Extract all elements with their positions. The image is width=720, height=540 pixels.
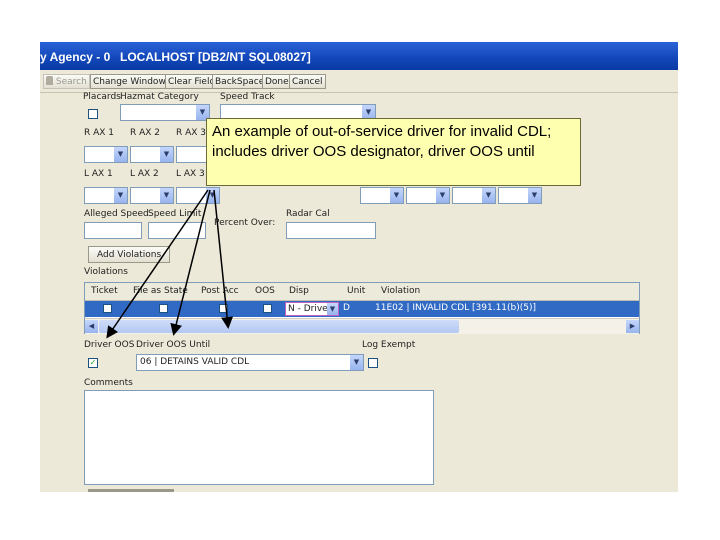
speed-limit-label: Speed Limit: [148, 209, 202, 219]
l-ax7-dropdown[interactable]: ▼: [498, 187, 542, 204]
violation-cell: 11E02 | INVALID CDL [391.11(b)(5)]: [375, 303, 537, 313]
r-ax2-dropdown[interactable]: ▼: [130, 146, 174, 163]
r-ax1-dropdown[interactable]: ▼: [84, 146, 128, 163]
r-ax1-label: R AX 1: [84, 128, 115, 138]
chevron-down-icon: ▼: [160, 147, 173, 162]
chevron-down-icon: ▼: [206, 188, 219, 203]
backspace-button[interactable]: BackSpace: [212, 74, 268, 89]
post-acc-checkbox[interactable]: [219, 304, 228, 313]
app-window: y Agency - 0 LOCALHOST [DB2/NT SQL08027]…: [40, 42, 678, 492]
ticket-checkbox[interactable]: [103, 304, 112, 313]
file-as-state-checkbox[interactable]: [159, 304, 168, 313]
chevron-down-icon: ▼: [350, 355, 363, 370]
hazmat-category-dropdown[interactable]: ▼: [120, 104, 210, 121]
l-ax1-label: L AX 1: [84, 169, 113, 179]
chevron-down-icon: ▼: [327, 303, 338, 315]
l-ax4-dropdown[interactable]: ▼: [360, 187, 404, 204]
l-ax2-dropdown[interactable]: ▼: [130, 187, 174, 204]
driver-oos-until-label: Driver OOS Until: [136, 340, 211, 350]
comments-textarea[interactable]: [84, 390, 434, 485]
done-button[interactable]: Done: [262, 74, 292, 89]
clear-field-button[interactable]: Clear Field: [165, 74, 219, 89]
alleged-speed-label: Alleged Speed: [84, 209, 149, 219]
violations-grid: Ticket File as State Post Acc OOS Disp U…: [84, 282, 640, 334]
chevron-right-icon[interactable]: ▶: [626, 320, 639, 333]
cancel-button[interactable]: Cancel: [289, 74, 326, 89]
chevron-left-icon[interactable]: ◀: [85, 320, 98, 333]
percent-over-label: Percent Over:: [214, 218, 276, 228]
partial-button: [88, 489, 174, 492]
title-agency: y Agency - 0: [40, 50, 111, 64]
toolbar: Search Change Window Clear Field BackSpa…: [40, 70, 678, 93]
log-exempt-checkbox[interactable]: [368, 358, 378, 368]
disp-value: N - Driver: [288, 304, 332, 314]
placards-checkbox[interactable]: [88, 109, 98, 119]
speed-track-label: Speed Track: [220, 92, 275, 102]
chevron-down-icon: ▼: [114, 147, 127, 162]
col-post-acc[interactable]: Post Acc: [201, 286, 239, 296]
search-icon: [46, 76, 53, 85]
log-exempt-label: Log Exempt: [362, 340, 416, 350]
search-label: Search: [55, 77, 87, 87]
chevron-down-icon: ▼: [160, 188, 173, 203]
placards-label: Placards: [83, 92, 121, 102]
add-violations-button[interactable]: Add Violations: [88, 246, 171, 263]
chevron-down-icon: ▼: [436, 188, 449, 203]
col-oos[interactable]: OOS: [255, 286, 275, 296]
radar-cal-input[interactable]: [286, 222, 376, 239]
col-ticket[interactable]: Ticket: [91, 286, 118, 296]
unit-cell: D: [343, 303, 350, 313]
driver-oos-until-value: 06 | DETAINS VALID CDL: [140, 357, 250, 367]
title-bar: y Agency - 0 LOCALHOST [DB2/NT SQL08027]: [40, 42, 678, 70]
r-ax3-label: R AX 3: [176, 128, 207, 138]
title-host: LOCALHOST [DB2/NT SQL08027]: [120, 50, 311, 64]
l-ax1-dropdown[interactable]: ▼: [84, 187, 128, 204]
violations-label: Violations: [84, 267, 128, 277]
chevron-down-icon: ▼: [482, 188, 495, 203]
annotation-callout: An example of out-of-service driver for …: [206, 118, 581, 186]
chevron-down-icon: ▼: [528, 188, 541, 203]
violations-grid-header: Ticket File as State Post Acc OOS Disp U…: [85, 283, 639, 301]
change-window-button[interactable]: Change Window: [90, 74, 169, 89]
l-ax5-dropdown[interactable]: ▼: [406, 187, 450, 204]
hazmat-category-label: Hazmat Category: [120, 92, 199, 102]
speed-limit-input[interactable]: [148, 222, 206, 239]
table-row[interactable]: N - Driver ▼ D 11E02 | INVALID CDL [391.…: [85, 301, 639, 317]
chevron-down-icon: ▼: [390, 188, 403, 203]
col-disp[interactable]: Disp: [289, 286, 309, 296]
col-violation[interactable]: Violation: [381, 286, 420, 296]
comments-label: Comments: [84, 378, 133, 388]
alleged-speed-input[interactable]: [84, 222, 142, 239]
col-unit[interactable]: Unit: [347, 286, 365, 296]
l-ax3-label: L AX 3: [176, 169, 205, 179]
chevron-down-icon: ▼: [114, 188, 127, 203]
search-button[interactable]: Search: [43, 74, 90, 89]
radar-cal-label: Radar Cal: [286, 209, 330, 219]
horizontal-scrollbar[interactable]: ◀ ▶: [85, 318, 639, 334]
oos-checkbox[interactable]: [263, 304, 272, 313]
driver-oos-until-dropdown[interactable]: 06 | DETAINS VALID CDL ▼: [136, 354, 364, 371]
l-ax2-label: L AX 2: [130, 169, 159, 179]
driver-oos-label: Driver OOS: [84, 340, 135, 350]
l-ax6-dropdown[interactable]: ▼: [452, 187, 496, 204]
disp-dropdown[interactable]: N - Driver ▼: [285, 302, 339, 316]
scrollbar-thumb[interactable]: [99, 320, 459, 333]
l-ax3-dropdown[interactable]: ▼: [176, 187, 220, 204]
driver-oos-checkbox[interactable]: ✓: [88, 358, 98, 368]
r-ax2-label: R AX 2: [130, 128, 161, 138]
col-file-as-state[interactable]: File as State: [133, 286, 188, 296]
